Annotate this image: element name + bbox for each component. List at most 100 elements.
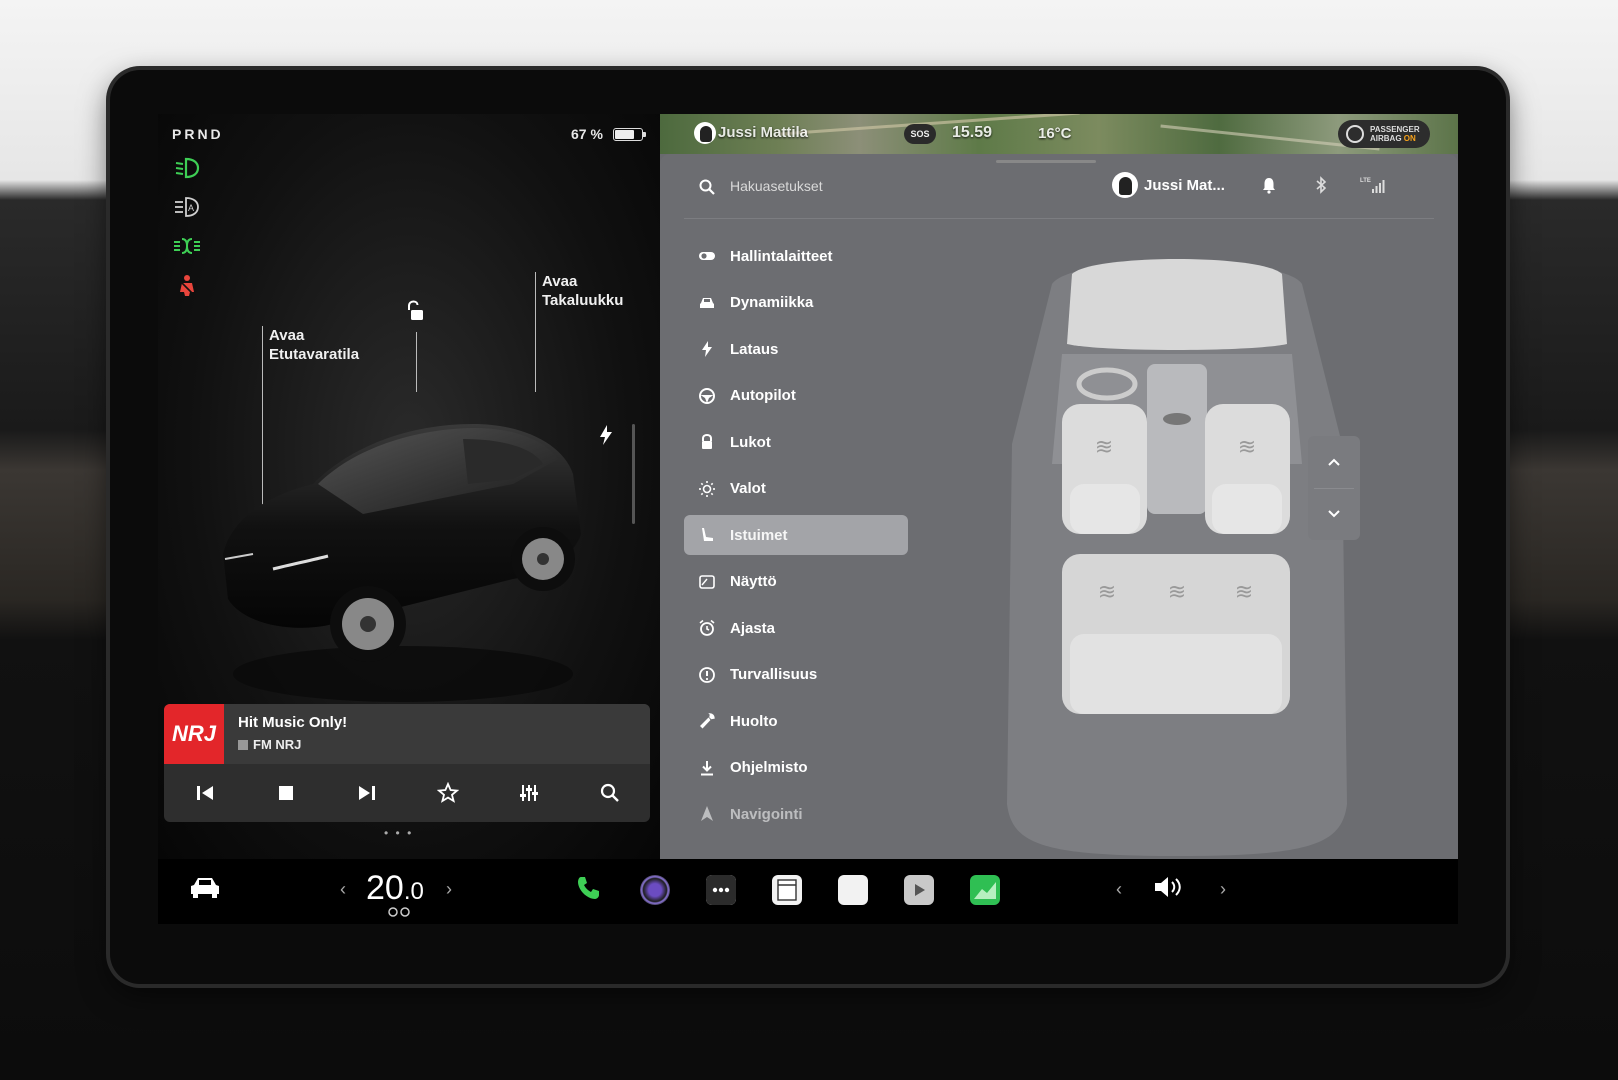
seat-icon bbox=[696, 524, 718, 546]
sos-badge[interactable]: SOS bbox=[904, 124, 936, 144]
toggle-icon bbox=[696, 245, 718, 267]
car-controls-icon[interactable] bbox=[188, 875, 222, 899]
unlocked-icon[interactable] bbox=[402, 299, 426, 323]
bell-icon[interactable] bbox=[1260, 176, 1278, 194]
settings-menu-item-huolto[interactable]: Huolto bbox=[684, 701, 908, 741]
settings-menu-item-lataus[interactable]: Lataus bbox=[684, 329, 908, 369]
trunk-callout[interactable]: Avaa Takaluukku bbox=[542, 272, 623, 310]
menu-item-label: Turvallisuus bbox=[730, 666, 818, 683]
airbag-line2: AIRBAG bbox=[1370, 134, 1402, 143]
view-scroll-control bbox=[1308, 436, 1360, 540]
temp-up-chevron[interactable]: › bbox=[446, 879, 452, 900]
media-controls bbox=[164, 764, 650, 822]
temp-down-chevron[interactable]: ‹ bbox=[340, 879, 346, 900]
equalizer-icon[interactable] bbox=[516, 780, 542, 806]
svg-text:≋: ≋ bbox=[1168, 580, 1186, 605]
front-left-seat[interactable]: ≋ bbox=[1062, 404, 1147, 534]
trunk-callout-line bbox=[535, 272, 536, 392]
notes-app-icon[interactable] bbox=[838, 875, 868, 905]
sun-icon bbox=[696, 478, 718, 500]
settings-menu-item-istuimet[interactable]: Istuimet bbox=[684, 515, 908, 555]
volume-icon[interactable] bbox=[1152, 873, 1186, 901]
menu-item-label: Lataus bbox=[730, 340, 779, 358]
bluetooth-icon[interactable] bbox=[1312, 176, 1330, 194]
airbag-icon bbox=[1346, 125, 1364, 143]
panel-scroll-indicator bbox=[632, 424, 635, 524]
menu-item-label: Valot bbox=[730, 480, 766, 497]
scroll-up-button[interactable] bbox=[1308, 436, 1360, 488]
settings-menu-item-autopilot[interactable]: Autopilot bbox=[684, 376, 908, 416]
stop-button[interactable] bbox=[273, 780, 299, 806]
car-status-panel: PRND 67 % A Avaa Etutavaratila Avaa Taka… bbox=[158, 114, 660, 859]
climate-temperature[interactable]: 20.0 bbox=[366, 869, 424, 908]
profile-avatar[interactable] bbox=[1112, 172, 1138, 198]
navigation-icon bbox=[696, 803, 718, 825]
front-right-seat[interactable]: ≋ bbox=[1205, 404, 1290, 534]
search-icon[interactable] bbox=[698, 178, 716, 196]
header-divider bbox=[684, 218, 1434, 219]
settings-menu-item-hallintalaitteet[interactable]: Hallintalaitteet bbox=[684, 236, 908, 276]
settings-menu-item-turvallisuus[interactable]: Turvallisuus bbox=[684, 655, 908, 695]
wrench-icon bbox=[696, 710, 718, 732]
now-playing[interactable]: NRJ Hit Music Only! FM NRJ bbox=[164, 704, 650, 764]
settings-menu-item-dynamiikka[interactable]: Dynamiikka bbox=[684, 283, 908, 323]
charge-port-icon[interactable] bbox=[598, 424, 614, 446]
menu-item-label: Huolto bbox=[730, 712, 778, 730]
page-indicator: • • • bbox=[384, 826, 414, 840]
frunk-label-line2: Etutavaratila bbox=[269, 346, 360, 363]
drag-handle[interactable] bbox=[996, 160, 1096, 163]
rear-bench-seat[interactable]: ≋ ≋ ≋ bbox=[1062, 554, 1290, 714]
status-user-name[interactable]: Jussi Mattila bbox=[718, 124, 808, 141]
airbag-text: PASSENGER AIRBAG ON bbox=[1370, 125, 1420, 143]
outside-temperature: 16°C bbox=[1038, 125, 1072, 142]
media-search-icon[interactable] bbox=[597, 780, 623, 806]
map-background[interactable]: Jussi Mattila SOS 15.59 16°C PASSENGER A… bbox=[660, 114, 1458, 154]
svg-text:A: A bbox=[188, 203, 194, 213]
settings-menu-item-näyttö[interactable]: Näyttö bbox=[684, 562, 908, 602]
trunk-label-line1: Avaa bbox=[542, 273, 578, 290]
menu-item-label: Ajasta bbox=[730, 619, 776, 637]
scroll-down-button[interactable] bbox=[1308, 488, 1360, 540]
menu-item-label: Istuimet bbox=[730, 526, 788, 544]
battery-icon[interactable] bbox=[613, 128, 646, 141]
download-icon bbox=[696, 757, 718, 779]
menu-item-label: Näyttö bbox=[730, 573, 777, 590]
settings-menu-item-ajasta[interactable]: Ajasta bbox=[684, 608, 908, 648]
seat-heater-small-icon bbox=[386, 907, 412, 917]
camera-app-icon[interactable] bbox=[640, 875, 670, 905]
car-model-image bbox=[213, 384, 593, 704]
bolt-icon bbox=[696, 338, 718, 360]
battery-percent[interactable]: 67 % bbox=[571, 126, 603, 142]
next-button[interactable] bbox=[354, 780, 380, 806]
frunk-callout[interactable]: Avaa Etutavaratila bbox=[269, 326, 359, 364]
profile-name[interactable]: Jussi Mat... bbox=[1144, 177, 1225, 194]
settings-menu-item-valot[interactable]: Valot bbox=[684, 469, 908, 509]
calendar-app-icon[interactable] bbox=[772, 875, 802, 905]
energy-app-icon[interactable] bbox=[970, 875, 1000, 905]
passenger-airbag-indicator: PASSENGER AIRBAG ON bbox=[1338, 120, 1430, 148]
airbag-line1: PASSENGER bbox=[1370, 125, 1420, 134]
previous-button[interactable] bbox=[192, 780, 218, 806]
trunk-label-line2: Takaluukku bbox=[542, 292, 624, 309]
settings-menu-item-lukot[interactable]: Lukot bbox=[684, 422, 908, 462]
menu-item-label: Ohjelmisto bbox=[730, 759, 808, 776]
user-avatar[interactable] bbox=[694, 122, 716, 144]
clock: 15.59 bbox=[952, 124, 993, 141]
radio-icon bbox=[238, 740, 248, 750]
steering-wheel-icon bbox=[696, 385, 718, 407]
settings-menu-item-navigointi[interactable]: Navigointi bbox=[684, 794, 908, 834]
phone-icon[interactable] bbox=[574, 873, 604, 903]
more-apps-icon[interactable] bbox=[706, 875, 736, 905]
lte-signal-icon[interactable]: LTE bbox=[1360, 176, 1388, 194]
settings-menu: Hallintalaitteet Dynamiikka Lataus Autopilo… bbox=[684, 236, 908, 841]
settings-search-input[interactable]: Hakuasetukset bbox=[730, 178, 823, 194]
media-player: NRJ Hit Music Only! FM NRJ bbox=[164, 704, 650, 822]
seatbelt-warning-icon bbox=[172, 274, 202, 298]
settings-menu-item-ohjelmisto[interactable]: Ohjelmisto bbox=[684, 748, 908, 788]
svg-text:LTE: LTE bbox=[1360, 178, 1371, 184]
volume-up-chevron[interactable]: › bbox=[1220, 879, 1226, 900]
favorite-star-icon[interactable] bbox=[435, 780, 461, 806]
volume-down-chevron[interactable]: ‹ bbox=[1116, 879, 1122, 900]
media-app-icon[interactable] bbox=[904, 875, 934, 905]
settings-area: Jussi Mattila SOS 15.59 16°C PASSENGER A… bbox=[660, 114, 1458, 859]
